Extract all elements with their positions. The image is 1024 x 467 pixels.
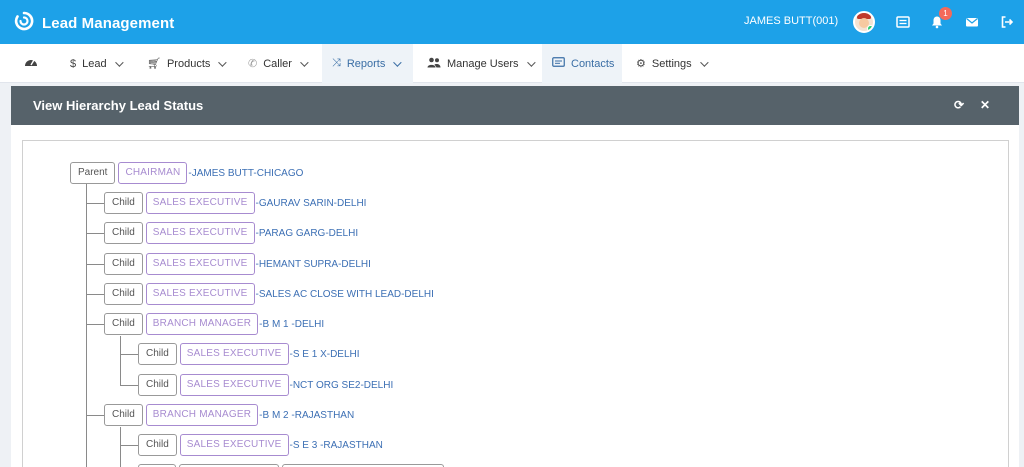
node-type-label: Child bbox=[104, 283, 143, 305]
node-role-label: SALES EXECUTIVE bbox=[145, 253, 255, 275]
node-name: -S E 3 -RAJASTHAN bbox=[289, 439, 383, 451]
tree-node[interactable]: Child BRANCH MANAGER -B M 1 -DELHI bbox=[104, 313, 324, 335]
menu-settings[interactable]: ⚙ Settings bbox=[626, 44, 716, 83]
menu-settings-label: Settings bbox=[651, 57, 692, 70]
main-menu: $ Lead 🛒︎ Products ✆ Caller ⤨ Reports Ma… bbox=[0, 44, 1024, 83]
close-icon[interactable]: ✕ bbox=[978, 98, 992, 112]
node-type-label: Child bbox=[104, 313, 143, 335]
panel-body: Parent CHAIRMAN -JAMES BUTT-CHICAGO Chil… bbox=[11, 125, 1019, 467]
phone-icon: ✆ bbox=[248, 58, 258, 70]
chevron-down-icon bbox=[300, 57, 309, 67]
node-type-label: Child bbox=[104, 404, 143, 426]
chevron-down-icon bbox=[699, 57, 709, 67]
hierarchy-tree: Parent CHAIRMAN -JAMES BUTT-CHICAGO Chil… bbox=[22, 140, 1009, 467]
node-role-label: SALES EXECUTIVE bbox=[179, 374, 289, 396]
online-status-dot bbox=[867, 25, 873, 31]
users-icon bbox=[427, 57, 441, 71]
node-name: -B M 1 -DELHI bbox=[259, 318, 325, 330]
chevron-down-icon bbox=[218, 57, 228, 67]
menu-caller-label: Caller bbox=[263, 57, 292, 70]
node-name: -NCT ORG SE2-DELHI bbox=[289, 379, 394, 391]
node-type-label: Parent bbox=[70, 162, 116, 184]
menu-contacts-label: Contacts bbox=[571, 57, 615, 70]
node-role-label: SALES EXECUTIVE bbox=[145, 222, 255, 244]
node-type-label: Child bbox=[138, 434, 177, 456]
tree-connector bbox=[86, 233, 104, 234]
tree-node[interactable]: Child SALES EXECUTIVE -S E 1 X-DELHI bbox=[138, 343, 360, 365]
node-role-label: SALES EXECUTIVE bbox=[179, 434, 289, 456]
shuffle-icon: ⤨ bbox=[332, 57, 341, 69]
tree-node[interactable]: Child SALES EXECUTIVE -PARAG GARG-DELHI bbox=[104, 222, 358, 244]
node-name: -SALES AC CLOSE WITH LEAD-DELHI bbox=[255, 288, 434, 300]
tree-connector bbox=[86, 264, 104, 265]
tree-connector bbox=[120, 385, 138, 386]
app-title: Lead Management bbox=[42, 15, 175, 32]
chevron-down-icon bbox=[393, 57, 403, 67]
menu-manage-users[interactable]: Manage Users bbox=[417, 44, 543, 83]
menu-reports-label: Reports bbox=[346, 57, 386, 70]
node-role-label: SALES EXECUTIVE bbox=[179, 343, 289, 365]
node-name: -PARAG GARG-DELHI bbox=[255, 227, 359, 239]
menu-lead-label: Lead bbox=[82, 57, 107, 70]
tree-node[interactable]: Child SALES EXECUTIVE -SALES AC CLOSE WI… bbox=[104, 283, 434, 305]
tree-node[interactable]: Child SALES EXECUTIVE -NCT ORG SE2-DELHI bbox=[138, 374, 393, 396]
tree-connector bbox=[86, 183, 87, 467]
tree-connector bbox=[120, 336, 121, 386]
tree-node[interactable]: Parent CHAIRMAN -JAMES BUTT-CHICAGO bbox=[70, 162, 303, 184]
node-name: -GAURAV SARIN-DELHI bbox=[255, 197, 367, 209]
node-type-label: Child bbox=[104, 222, 143, 244]
tree-connector bbox=[86, 203, 104, 204]
tree-node[interactable]: Child SALES EXECUTIVE -HEMANT SUPRA-DELH… bbox=[104, 253, 371, 275]
menu-contacts[interactable]: Contacts bbox=[542, 44, 622, 83]
tree-connector bbox=[86, 415, 104, 416]
node-name: -HEMANT SUPRA-DELHI bbox=[255, 258, 371, 270]
avatar[interactable] bbox=[853, 11, 875, 33]
tree-node[interactable]: Child BRANCH MANAGER -B M 2 -RAJASTHAN bbox=[104, 404, 354, 426]
node-type-label: Child bbox=[104, 192, 143, 214]
dashboard-icon bbox=[24, 56, 38, 71]
top-bar: Lead Management JAMES BUTT(001) 1 bbox=[0, 0, 1024, 44]
node-name: -S E 1 X-DELHI bbox=[289, 348, 360, 360]
node-role-label: CHAIRMAN bbox=[118, 162, 188, 184]
node-type-label: Child bbox=[104, 253, 143, 275]
menu-lead[interactable]: $ Lead bbox=[60, 44, 131, 83]
node-type-label: Child bbox=[138, 343, 177, 365]
refresh-icon[interactable]: ⟳ bbox=[952, 98, 966, 112]
dollar-icon: $ bbox=[70, 57, 77, 70]
logout-icon[interactable] bbox=[998, 13, 1016, 31]
tree-connector bbox=[120, 445, 138, 446]
user-name[interactable]: JAMES BUTT(001) bbox=[744, 15, 838, 27]
tree-connector bbox=[86, 294, 104, 295]
tree-node[interactable]: Child SALES EXECUTIVE -GAURAV SARIN-DELH… bbox=[104, 192, 366, 214]
node-name: -B M 2 -RAJASTHAN bbox=[259, 409, 355, 421]
node-role-label: SALES EXECUTIVE bbox=[145, 192, 255, 214]
list-icon[interactable] bbox=[894, 13, 912, 31]
notification-badge: 1 bbox=[939, 7, 952, 20]
node-role-label: SALES EXECUTIVE bbox=[145, 283, 255, 305]
node-type-label: Child bbox=[138, 374, 177, 396]
menu-manage-users-label: Manage Users bbox=[447, 57, 519, 70]
logo-icon bbox=[14, 11, 34, 36]
chevron-down-icon bbox=[526, 57, 536, 67]
node-name: -JAMES BUTT-CHICAGO bbox=[188, 167, 304, 179]
node-role-label: BRANCH MANAGER bbox=[145, 404, 259, 426]
cart-icon: 🛒︎ bbox=[147, 58, 161, 70]
node-role-label: BRANCH MANAGER bbox=[145, 313, 259, 335]
chevron-down-icon bbox=[114, 57, 124, 67]
brand[interactable]: Lead Management bbox=[14, 11, 174, 36]
panel-title: View Hierarchy Lead Status bbox=[33, 98, 204, 113]
menu-products[interactable]: 🛒︎ Products bbox=[137, 44, 234, 83]
menu-reports[interactable]: ⤨ Reports bbox=[322, 44, 413, 83]
tree-connector bbox=[86, 324, 104, 325]
tree-connector bbox=[120, 427, 121, 467]
menu-dashboard[interactable] bbox=[14, 44, 54, 83]
mail-icon[interactable] bbox=[963, 13, 981, 31]
panel-header: View Hierarchy Lead Status ⟳ ✕ bbox=[11, 86, 1019, 125]
menu-products-label: Products bbox=[166, 57, 211, 70]
tree-node[interactable]: Child SALES EXECUTIVE -S E 3 -RAJASTHAN bbox=[138, 434, 383, 456]
gear-icon: ⚙ bbox=[636, 58, 646, 70]
contact-card-icon bbox=[552, 57, 565, 70]
tree-connector bbox=[120, 354, 138, 355]
menu-caller[interactable]: ✆ Caller bbox=[238, 44, 316, 83]
